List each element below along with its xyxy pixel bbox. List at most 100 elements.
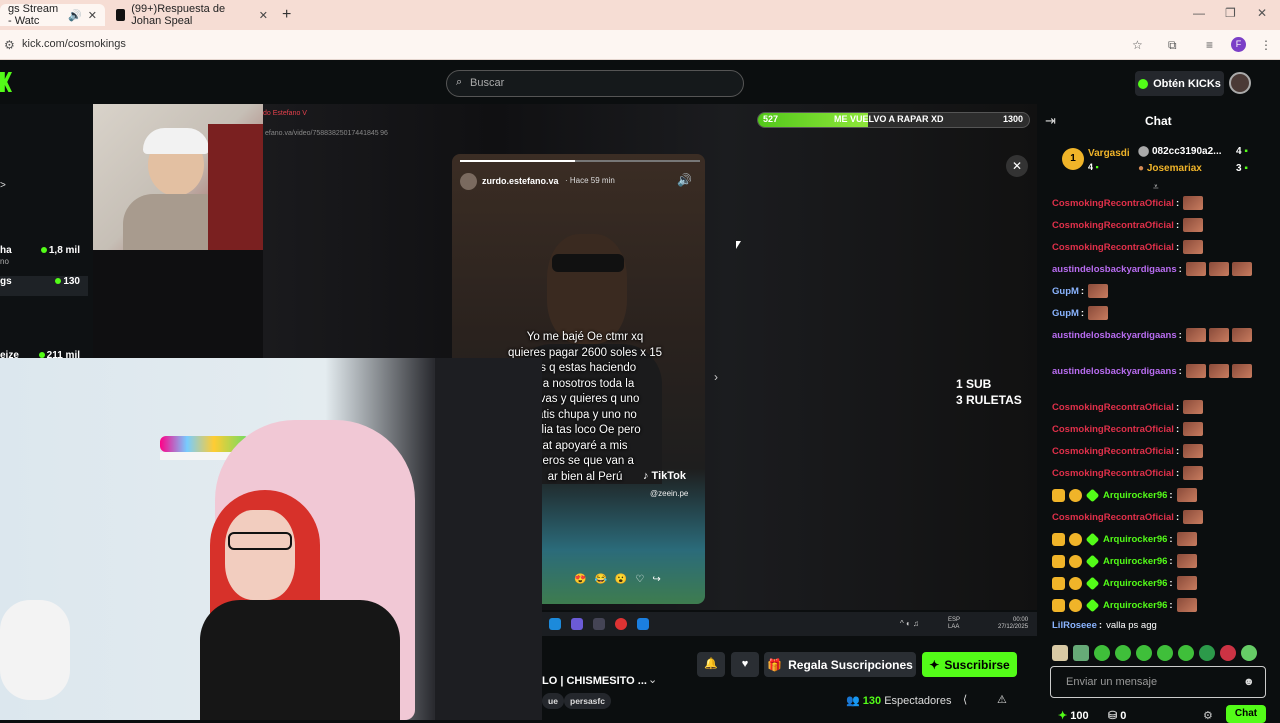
chat-username[interactable]: Arquirocker96: [1103, 534, 1167, 545]
reaction-icons[interactable]: 😍😂😮♡↪: [574, 574, 669, 585]
chat-username[interactable]: CosmokingRecontraOficial: [1052, 424, 1174, 435]
crown-badge-icon: [1052, 576, 1065, 590]
close-tab-icon[interactable]: ✕: [88, 9, 97, 22]
close-icon[interactable]: ✕: [1006, 155, 1028, 177]
chat-username[interactable]: Arquirocker96: [1103, 490, 1167, 501]
close-tab-icon[interactable]: ✕: [259, 9, 268, 22]
menu-dots-icon[interactable]: ⋮: [1260, 38, 1272, 52]
new-tab-icon[interactable]: +: [282, 6, 291, 24]
chat-message: CosmokingRecontraOficial:: [1052, 466, 1204, 480]
emote-icon[interactable]: [1094, 645, 1110, 661]
expand-pinned-icon[interactable]: ⩡: [1153, 182, 1159, 193]
capcut-icon: [637, 618, 649, 630]
goal-start-value: 527: [763, 114, 779, 124]
emote-icon[interactable]: [1115, 645, 1131, 661]
follow-heart-button[interactable]: ♥: [731, 652, 759, 677]
get-kicks-button[interactable]: Obtén KICKs: [1135, 71, 1224, 96]
chat-username[interactable]: CosmokingRecontraOficial: [1052, 512, 1174, 523]
sidebar-item-name: gs: [0, 276, 12, 287]
emote-icon[interactable]: [1178, 645, 1194, 661]
channel-points[interactable]: ✦ 100: [1058, 709, 1089, 722]
chat-message: CosmokingRecontraOficial:: [1052, 400, 1204, 414]
pinned-user-3[interactable]: ● Josemariax: [1138, 163, 1202, 174]
video-person-head: [547, 234, 627, 344]
chevron-right-icon[interactable]: ›: [714, 370, 718, 384]
chat-username[interactable]: CosmokingRecontraOficial: [1052, 468, 1174, 479]
chat-emote: [1176, 554, 1197, 568]
notification-bell-button[interactable]: 🔔: [697, 652, 725, 677]
sidebar-item[interactable]: ha no 1,8 mil: [0, 245, 88, 269]
chat-colon: :: [1175, 423, 1180, 435]
chat-send-button[interactable]: Chat: [1226, 705, 1266, 723]
subscribe-button[interactable]: ✦ Suscribirse: [922, 652, 1017, 677]
emote-icon[interactable]: [1199, 645, 1215, 661]
close-window-icon[interactable]: ✕: [1257, 6, 1267, 20]
chat-emote: [1208, 364, 1229, 378]
chat-message: Arquirocker96:: [1052, 576, 1198, 590]
browser-tab-kick[interactable]: gs Stream - Watc 🔊 ✕: [0, 3, 105, 27]
chat-username[interactable]: Arquirocker96: [1103, 578, 1167, 589]
chat-username[interactable]: austindelosbackyardigaans: [1052, 264, 1177, 275]
volume-icon[interactable]: 🔊: [677, 173, 692, 187]
chat-username[interactable]: LilRoseee: [1052, 620, 1097, 631]
tiktok-username[interactable]: zurdo.estefano.va: [482, 176, 559, 186]
tiktok-progress-fill: [460, 160, 576, 162]
emote-icon[interactable]: [1073, 645, 1089, 661]
chat-colon: :: [1169, 489, 1173, 501]
chat-username[interactable]: GupM: [1052, 308, 1079, 319]
chat-username[interactable]: Arquirocker96: [1103, 556, 1167, 567]
minimize-icon[interactable]: —: [1193, 6, 1205, 20]
site-info-icon[interactable]: ⚙: [4, 38, 15, 52]
chat-username[interactable]: CosmokingRecontraOficial: [1052, 242, 1174, 253]
chat-username[interactable]: CosmokingRecontraOficial: [1052, 446, 1174, 457]
chevron-down-icon[interactable]: ⌄: [648, 673, 657, 686]
crown-badge-icon: [1052, 532, 1065, 546]
share-icon[interactable]: ⟨: [963, 693, 967, 706]
tiktok-avatar[interactable]: [460, 173, 477, 190]
browser-tab-tiktok[interactable]: (99+)Respuesta de Johan Speal ✕: [108, 3, 276, 27]
media-controls-icon[interactable]: ≡: [1206, 38, 1213, 52]
bookmark-star-icon[interactable]: ☆: [1132, 38, 1143, 52]
chat-colon: :: [1178, 365, 1182, 377]
emote-icon[interactable]: [1220, 645, 1236, 661]
emoji-picker-icon[interactable]: ☻: [1243, 676, 1255, 688]
chat-username[interactable]: GupM: [1052, 286, 1079, 297]
chat-username[interactable]: austindelosbackyardigaans: [1052, 330, 1177, 341]
overlay-line-1: 1 SUB: [956, 377, 992, 391]
url-text[interactable]: kick.com/cosmokings: [22, 38, 126, 50]
emote-icon[interactable]: [1241, 645, 1257, 661]
emote-quickbar[interactable]: [1052, 645, 1270, 661]
chat-username[interactable]: CosmokingRecontraOficial: [1052, 402, 1174, 413]
pinned-user-1[interactable]: Vargasdi: [1088, 148, 1130, 159]
chat-message: CosmokingRecontraOficial:: [1052, 422, 1204, 436]
chat-colon: :: [1169, 533, 1173, 545]
chat-username[interactable]: CosmokingRecontraOficial: [1052, 198, 1174, 209]
chat-username[interactable]: Arquirocker96: [1103, 600, 1167, 611]
collapse-chat-icon[interactable]: ⇥: [1045, 113, 1056, 129]
emote-icon[interactable]: [1136, 645, 1152, 661]
sidebar-arrow-icon[interactable]: >: [0, 180, 6, 191]
stream-tag[interactable]: persasfc: [564, 693, 611, 709]
profile-avatar[interactable]: F: [1231, 37, 1246, 52]
stream-title: LO | CHISMESITO ...: [542, 675, 647, 687]
user-avatar[interactable]: [1229, 72, 1251, 94]
pinned-user-2[interactable]: ⬤ 082cc3190a2...: [1138, 146, 1222, 157]
chat-emote: [1185, 364, 1206, 378]
emote-icon[interactable]: [1157, 645, 1173, 661]
sidebar-item[interactable]: gs 130: [0, 276, 88, 296]
speaker-icon[interactable]: 🔊: [68, 9, 82, 22]
gift-subscriptions-button[interactable]: 🎁 Regala Suscripciones: [764, 652, 916, 677]
restore-icon[interactable]: ❐: [1225, 6, 1236, 20]
emote-icon[interactable]: [1052, 645, 1068, 661]
stream-tag[interactable]: ue: [542, 693, 564, 709]
chat-username[interactable]: CosmokingRecontraOficial: [1052, 220, 1174, 231]
chat-username[interactable]: austindelosbackyardigaans: [1052, 366, 1177, 377]
tiktok-progress-bar: [460, 160, 700, 162]
channel-points-secondary[interactable]: ⛁ 0: [1108, 709, 1126, 722]
extensions-icon[interactable]: ⧉: [1168, 38, 1177, 53]
chat-emote: [1176, 598, 1197, 612]
gear-icon[interactable]: ⚙: [1203, 709, 1213, 722]
green-badge-icon: [1085, 532, 1100, 546]
report-icon[interactable]: ⚠: [997, 693, 1007, 706]
chat-text: valla ps agg: [1106, 620, 1157, 631]
